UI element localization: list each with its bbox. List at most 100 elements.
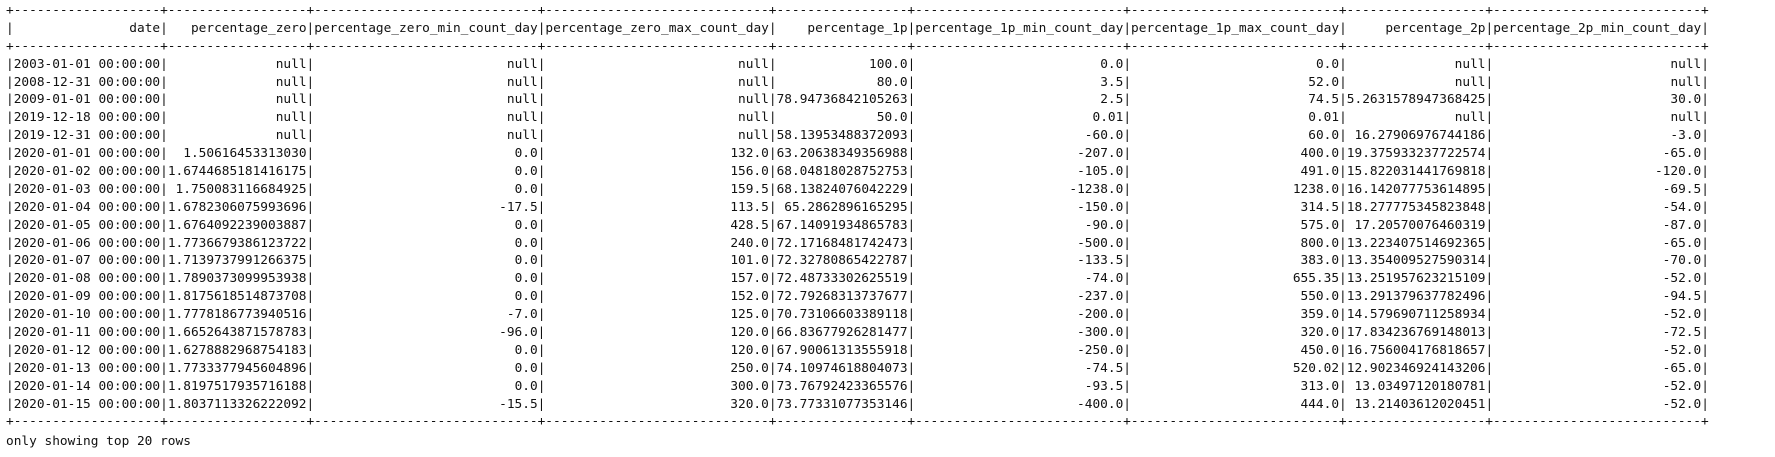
table-row: |2009-01-01 00:00:00| null| null| null|7…: [6, 92, 1709, 108]
table-cell: 101.0: [730, 253, 769, 269]
table-cell: null: [1454, 56, 1486, 72]
table-cell: 400.0: [1300, 146, 1340, 162]
table-cell: 67.14091934865783: [776, 217, 908, 233]
table-cell: 1.6782306075993696: [167, 199, 307, 215]
column-header: percentage_zero: [190, 20, 307, 36]
table-cell: 72.48733302625519: [776, 271, 908, 287]
table-cell: 152.0: [730, 289, 769, 305]
table-row: |2020-01-15 00:00:00|1.8037113326222092|…: [6, 396, 1709, 412]
table-header-row: | date| percentage_zero|percentage_zero_…: [6, 20, 1709, 36]
table-cell: -94.5: [1662, 289, 1702, 305]
table-cell: 132.0: [730, 146, 769, 162]
table-cell: 0.0: [514, 181, 538, 197]
table-row: |2020-01-13 00:00:00|1.7733377945604896|…: [6, 360, 1709, 376]
table-cell: 2019-12-31 00:00:00: [13, 128, 161, 144]
table-cell: -300.0: [1077, 325, 1124, 341]
table-cell: null: [738, 110, 769, 126]
table-cell: 3.5: [1100, 74, 1124, 90]
table-cell: -65.0: [1662, 146, 1702, 162]
table-cell: 12.902346924143206: [1346, 360, 1486, 376]
table-row: |2020-01-02 00:00:00|1.6744685181416175|…: [6, 164, 1709, 180]
table-cell: null: [738, 74, 769, 90]
table-cell: 2020-01-14 00:00:00: [13, 378, 161, 394]
table-cell: 0.0: [514, 342, 538, 358]
table-cell: null: [275, 110, 307, 126]
table-cell: 1.6744685181416175: [167, 164, 307, 180]
table-cell: -200.0: [1077, 307, 1124, 323]
table-cell: -74.0: [1084, 271, 1124, 287]
table-row: |2020-01-06 00:00:00|1.7736679386123722|…: [6, 235, 1709, 251]
table-cell: 0.0: [514, 217, 538, 233]
table-cell: 0.0: [1315, 56, 1340, 72]
table-cell: -150.0: [1077, 199, 1124, 215]
table-cell: 520.02: [1292, 360, 1340, 376]
table-cell: 1.7778186773940516: [167, 307, 307, 323]
table-cell: null: [275, 128, 307, 144]
table-cell: -52.0: [1662, 378, 1702, 394]
table-cell: 68.13824076042229: [776, 181, 908, 197]
table-cell: null: [1670, 56, 1702, 72]
table-cell: null: [506, 128, 538, 144]
table-cell: 16.27906976744186: [1354, 128, 1486, 144]
table-cell: 113.5: [730, 199, 769, 215]
table-cell: 240.0: [730, 235, 769, 251]
table-cell: 80.0: [876, 74, 908, 90]
table-cell: 428.5: [730, 217, 769, 233]
table-cell: 66.83677926281477: [776, 325, 908, 341]
table-cell: null: [1670, 74, 1702, 90]
table-cell: 58.13953488372093: [776, 128, 908, 144]
table-cell: 359.0: [1300, 307, 1340, 323]
table-cell: 2020-01-11 00:00:00: [13, 325, 161, 341]
table-cell: 63.20638349356988: [776, 146, 908, 162]
column-header: percentage_1p_max_count_day: [1131, 20, 1340, 36]
table-cell: 450.0: [1300, 342, 1340, 358]
column-header: percentage_zero_max_count_day: [545, 20, 769, 36]
table-cell: 444.0: [1300, 396, 1340, 412]
table-cell: null: [1454, 74, 1486, 90]
table-cell: -93.5: [1084, 378, 1124, 394]
table-cell: null: [738, 92, 769, 108]
table-cell: 1.8175618514873708: [167, 289, 307, 305]
table-cell: 2008-12-31 00:00:00: [13, 74, 161, 90]
table-cell: -237.0: [1077, 289, 1124, 305]
table-cell: 52.0: [1308, 74, 1340, 90]
table-cell: 2020-01-06 00:00:00: [13, 235, 161, 251]
table-cell: 16.756004176818657: [1346, 342, 1486, 358]
table-cell: 2020-01-03 00:00:00: [13, 181, 161, 197]
console-output: +-------------------+------------------+…: [6, 2, 1709, 451]
table-cell: 120.0: [730, 342, 769, 358]
table-cell: -52.0: [1662, 342, 1702, 358]
table-row: |2003-01-01 00:00:00| null| null| null| …: [6, 56, 1709, 72]
table-cell: 1.8197517935716188: [167, 378, 307, 394]
table-cell: -7.0: [506, 307, 538, 323]
table-cell: 1.8037113326222092: [167, 396, 307, 412]
table-cell: -65.0: [1662, 235, 1702, 251]
table-cell: -250.0: [1077, 342, 1124, 358]
table-cell: 550.0: [1300, 289, 1340, 305]
table-cell: -70.0: [1662, 253, 1702, 269]
table-cell: 0.01: [1308, 110, 1340, 126]
table-cell: 68.04818028752753: [776, 164, 908, 180]
table-cell: 74.5: [1308, 92, 1340, 108]
table-cell: -90.0: [1084, 217, 1124, 233]
table-separator: +-------------------+------------------+…: [6, 3, 1709, 18]
table-cell: 0.0: [514, 253, 538, 269]
table-cell: 320.0: [730, 396, 769, 412]
table-cell: 73.76792423365576: [776, 378, 908, 394]
table-cell: 0.0: [514, 235, 538, 251]
table-cell: -52.0: [1662, 271, 1702, 287]
table-cell: 1.6278882968754183: [167, 342, 307, 358]
table-cell: -500.0: [1077, 235, 1124, 251]
table-cell: null: [1670, 110, 1702, 126]
table-cell: 120.0: [730, 325, 769, 341]
table-cell: 1.50616453313030: [183, 146, 307, 162]
table-cell: -72.5: [1662, 325, 1702, 341]
column-header: percentage_zero_min_count_day: [314, 20, 538, 36]
table-cell: 2009-01-01 00:00:00: [13, 92, 161, 108]
table-cell: -65.0: [1662, 360, 1702, 376]
table-separator: +-------------------+------------------+…: [6, 38, 1709, 54]
table-row: |2019-12-18 00:00:00| null| null| null| …: [6, 110, 1709, 126]
table-cell: -120.0: [1654, 164, 1702, 180]
table-cell: 17.20570076460319: [1354, 217, 1486, 233]
table-separator: +-------------------+------------------+…: [6, 414, 1709, 430]
